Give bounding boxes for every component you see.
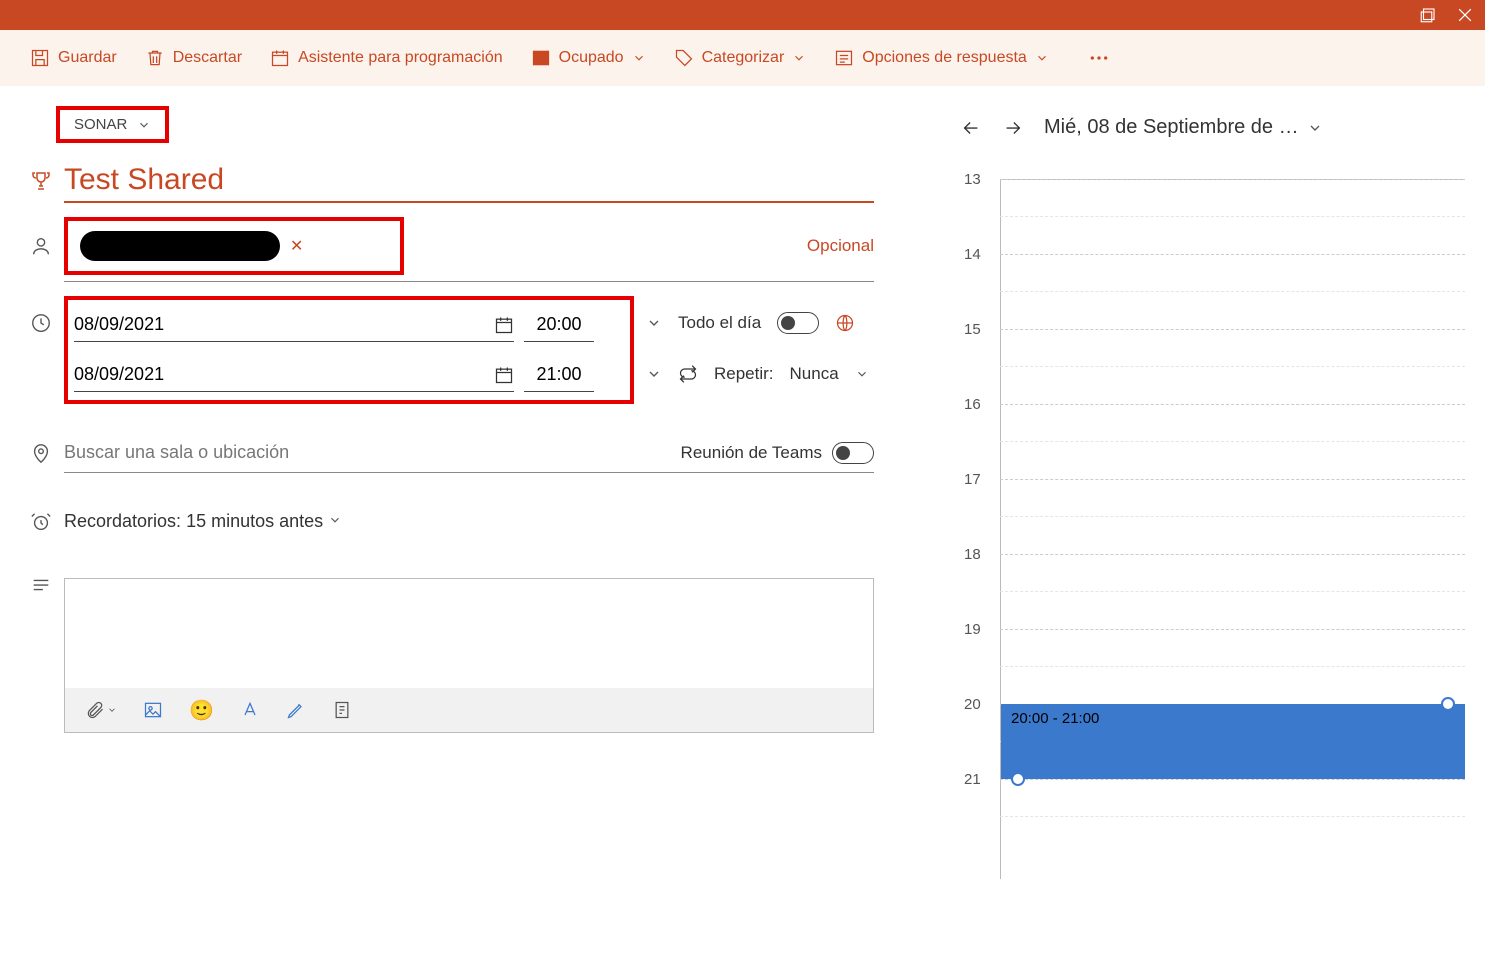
calendar-icon [494, 315, 514, 335]
editor-toolbar: 🙂 [65, 688, 873, 732]
chevron-down-icon[interactable] [855, 367, 869, 381]
categorize-button[interactable]: Categorizar [674, 48, 807, 68]
timeline-event-label: 20:00 - 21:00 [1011, 710, 1099, 727]
hour-label: 13 [964, 171, 981, 188]
hour-row: 14 [1000, 254, 1485, 329]
timeline-event[interactable]: 20:00 - 21:00 [1001, 704, 1465, 779]
emoji-button[interactable]: 🙂 [189, 698, 214, 723]
format-button[interactable] [240, 700, 260, 720]
hour-label: 18 [964, 546, 981, 563]
prev-day-button[interactable] [960, 117, 982, 139]
teams-toggle[interactable] [832, 442, 874, 464]
discard-label: Descartar [173, 49, 242, 67]
chevron-down-icon [792, 51, 806, 65]
calendar-icon [494, 365, 514, 385]
restore-icon[interactable] [1419, 6, 1437, 24]
hour-row: 17 [1000, 479, 1485, 554]
trophy-icon [18, 169, 64, 193]
busy-button[interactable]: Ocupado [531, 48, 646, 68]
window-titlebar [0, 0, 1485, 30]
description-editor[interactable]: 🙂 [64, 578, 874, 733]
repeat-label: Repetir: [714, 364, 774, 384]
location-placeholder: Buscar una sala o ubicación [64, 442, 289, 464]
attendee-highlight-box: ✕ [64, 217, 404, 275]
all-day-label: Todo el día [678, 313, 761, 333]
hour-row: 15 [1000, 329, 1485, 404]
hour-label: 19 [964, 621, 981, 638]
location-icon [18, 443, 64, 465]
end-date-input[interactable]: 08/09/2021 [74, 358, 514, 392]
calendar-picker[interactable]: SONAR [56, 106, 169, 143]
hour-label: 21 [964, 771, 981, 788]
attendee-pill[interactable]: ✕ [78, 229, 315, 263]
hour-label: 17 [964, 471, 981, 488]
datetime-highlight-box: 08/09/2021 20:00 08/09/2021 21:00 [64, 296, 634, 404]
chevron-down-icon [328, 513, 342, 527]
draw-button[interactable] [286, 700, 306, 720]
timeline-date[interactable]: Mié, 08 de Septiembre de … [1044, 116, 1323, 139]
remove-attendee-icon[interactable]: ✕ [286, 236, 307, 256]
save-button[interactable]: Guardar [30, 48, 117, 68]
hour-label: 20 [964, 696, 981, 713]
clock-icon [18, 296, 64, 334]
discard-button[interactable]: Descartar [145, 48, 242, 68]
location-input[interactable]: Buscar una sala o ubicación Reunión de T… [64, 434, 874, 473]
end-date-value: 08/09/2021 [74, 364, 164, 385]
hour-row: 13 [1000, 179, 1485, 254]
hour-label: 16 [964, 396, 981, 413]
image-button[interactable] [143, 700, 163, 720]
busy-label: Ocupado [559, 49, 624, 67]
teams-label: Reunión de Teams [681, 443, 822, 463]
scheduling-button[interactable]: Asistente para programación [270, 48, 503, 68]
template-button[interactable] [332, 700, 352, 720]
person-icon [18, 235, 64, 257]
hour-row: 21 [1000, 779, 1485, 854]
close-icon[interactable] [1455, 5, 1475, 25]
end-time-input[interactable]: 21:00 [524, 358, 594, 392]
hour-row: 16 [1000, 404, 1485, 479]
start-date-value: 08/09/2021 [74, 314, 164, 335]
chevron-down-icon [632, 51, 646, 65]
hour-label: 15 [964, 321, 981, 338]
start-time-input[interactable]: 20:00 [524, 308, 594, 342]
chevron-down-icon [1307, 120, 1323, 136]
day-timeline[interactable]: 131415161718192021 20:00 - 21:00 [1000, 179, 1485, 879]
chevron-down-icon [137, 118, 151, 132]
reminder-icon [18, 511, 64, 533]
repeat-icon[interactable] [678, 364, 698, 384]
hour-row: 18 [1000, 554, 1485, 629]
ribbon: Guardar Descartar Asistente para program… [0, 30, 1485, 86]
start-date-input[interactable]: 08/09/2021 [74, 308, 514, 342]
attach-button[interactable] [85, 700, 117, 720]
optional-link[interactable]: Opcional [807, 236, 874, 256]
chevron-down-icon [1035, 51, 1049, 65]
reminder-value: 15 minutos antes [186, 511, 323, 531]
chevron-down-icon[interactable] [646, 315, 662, 331]
timezone-icon[interactable] [835, 313, 855, 333]
hour-row: 19 [1000, 629, 1485, 704]
more-button[interactable] [1089, 55, 1109, 61]
all-day-toggle[interactable] [777, 312, 819, 334]
chevron-down-icon[interactable] [646, 366, 662, 382]
event-title-input[interactable] [64, 159, 874, 203]
repeat-value: Nunca [790, 364, 839, 384]
response-label: Opciones de respuesta [862, 49, 1027, 67]
hour-label: 14 [964, 246, 981, 263]
reminder-dropdown[interactable]: Recordatorios: 15 minutos antes [64, 503, 342, 540]
save-label: Guardar [58, 49, 117, 67]
response-options-button[interactable]: Opciones de respuesta [834, 48, 1049, 68]
attendee-name-redacted [80, 231, 280, 261]
calendar-picker-label: SONAR [74, 116, 127, 133]
scheduling-label: Asistente para programación [298, 49, 503, 67]
reminder-prefix: Recordatorios: [64, 511, 181, 531]
next-day-button[interactable] [1002, 117, 1024, 139]
categorize-label: Categorizar [702, 49, 785, 67]
description-icon [18, 560, 64, 596]
